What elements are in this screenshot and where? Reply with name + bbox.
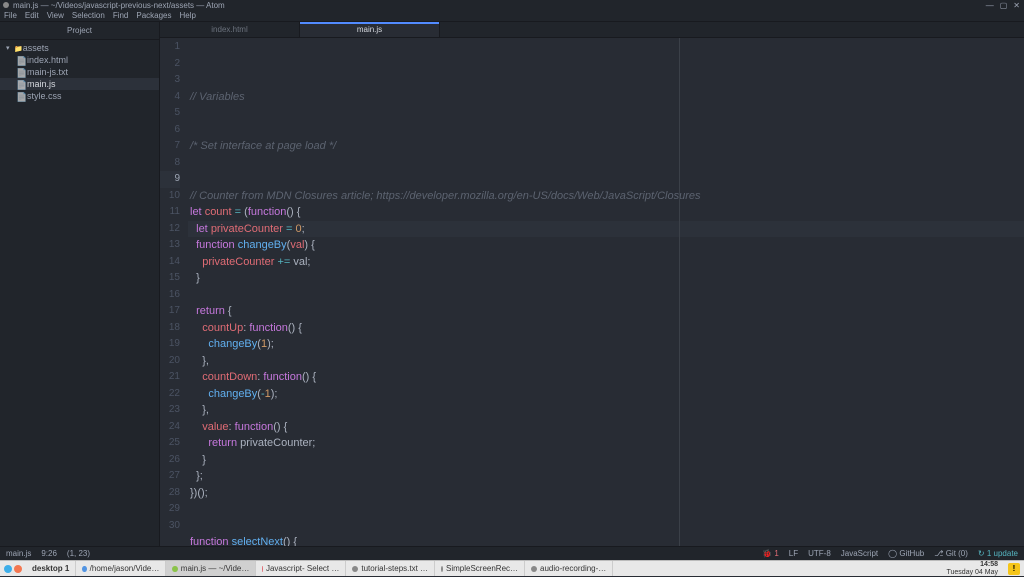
tree-file[interactable]: 📄style.css [0,90,159,102]
file-icon: 📄 [16,92,24,100]
tree-file[interactable]: 📄main-js.txt [0,66,159,78]
tree-file-label: main.js [27,79,56,89]
window-title: main.js — ~/Videos/javascript-previous-n… [13,1,225,10]
tree-file-label: style.css [27,91,62,101]
tree-file-label: index.html [27,55,68,65]
folder-icon [14,43,23,53]
taskbar-item[interactable]: /home/jason/Vide… [76,561,166,576]
file-icon: 📄 [16,68,24,76]
tree-file[interactable]: 📄main.js [0,78,159,90]
status-git[interactable]: ⎇ Git (0) [934,549,968,558]
taskbar-item[interactable]: audio-recording-… [525,561,613,576]
line-gutter: 1234567891011121314151617181920212223242… [160,38,188,546]
taskbar-item[interactable]: Javascript- Select … [256,561,346,576]
status-updates[interactable]: ↻ 1 update [978,549,1018,558]
tab[interactable]: main.js [300,22,440,37]
taskbar-desktop[interactable]: desktop 1 [26,561,76,576]
status-github[interactable]: ◯ GitHub [888,549,924,558]
editor-pane: index.htmlmain.js 1234567891011121314151… [160,22,1024,546]
tab-bar: index.htmlmain.js [160,22,1024,38]
taskbar-item[interactable]: main.js — ~/Vide… [166,561,256,576]
menu-help[interactable]: Help [180,11,196,20]
code-area[interactable]: 1234567891011121314151617181920212223242… [160,38,1024,546]
status-file[interactable]: main.js [6,549,31,558]
menu-edit[interactable]: Edit [25,11,39,20]
status-grammar[interactable]: JavaScript [841,549,878,558]
tree-file[interactable]: 📄index.html [0,54,159,66]
file-icon: 📄 [16,80,24,88]
close-button[interactable]: ✕ [1013,1,1020,10]
tab[interactable]: index.html [160,22,300,37]
taskbar-clock[interactable]: 14:58 Tuesday 04 May [941,561,1005,577]
taskbar-item[interactable]: SimpleScreenRec… [435,561,525,576]
minimize-button[interactable]: — [986,1,994,10]
project-sidebar: Project ▾ assets 📄index.html📄main-js.txt… [0,22,160,546]
status-bar: main.js 9:26 (1, 23) 🐞 1 LF UTF-8 JavaSc… [0,546,1024,560]
status-encoding[interactable]: UTF-8 [808,549,831,558]
firefox-icon[interactable] [14,565,22,573]
menu-packages[interactable]: Packages [136,11,171,20]
status-selection: (1, 23) [67,549,90,558]
status-errors[interactable]: 🐞 1 [762,549,779,558]
menu-find[interactable]: Find [113,11,129,20]
menu-selection[interactable]: Selection [72,11,105,20]
menu-bar: File Edit View Selection Find Packages Help [0,10,1024,22]
app-dot-icon [531,566,537,572]
menu-file[interactable]: File [4,11,17,20]
tree-folder-label: assets [23,43,49,53]
app-dot-icon [441,566,443,572]
file-icon: 📄 [16,56,24,64]
app-icon [3,2,9,8]
app-dot-icon [172,566,177,572]
start-area[interactable] [0,565,26,573]
app-dot-icon [352,566,358,572]
taskbar-item[interactable]: tutorial-steps.txt … [346,561,435,576]
notification-warn-icon[interactable]: ! [1008,563,1020,575]
maximize-button[interactable]: ▢ [1000,1,1008,10]
code-content[interactable]: // Variables/* Set interface at page loa… [188,38,1024,546]
chevron-down-icon: ▾ [6,44,14,52]
tree-file-label: main-js.txt [27,67,68,77]
app-dot-icon [82,566,86,572]
app-dot-icon [262,566,263,572]
menu-view[interactable]: View [47,11,64,20]
tree-folder-root[interactable]: ▾ assets [0,42,159,54]
window-titlebar: main.js — ~/Videos/javascript-previous-n… [0,0,1024,10]
status-cursor[interactable]: 9:26 [41,549,57,558]
os-taskbar: desktop 1 /home/jason/Vide…main.js — ~/V… [0,560,1024,576]
start-icon[interactable] [4,565,12,573]
status-line-ending[interactable]: LF [789,549,798,558]
sidebar-header: Project [0,22,159,40]
